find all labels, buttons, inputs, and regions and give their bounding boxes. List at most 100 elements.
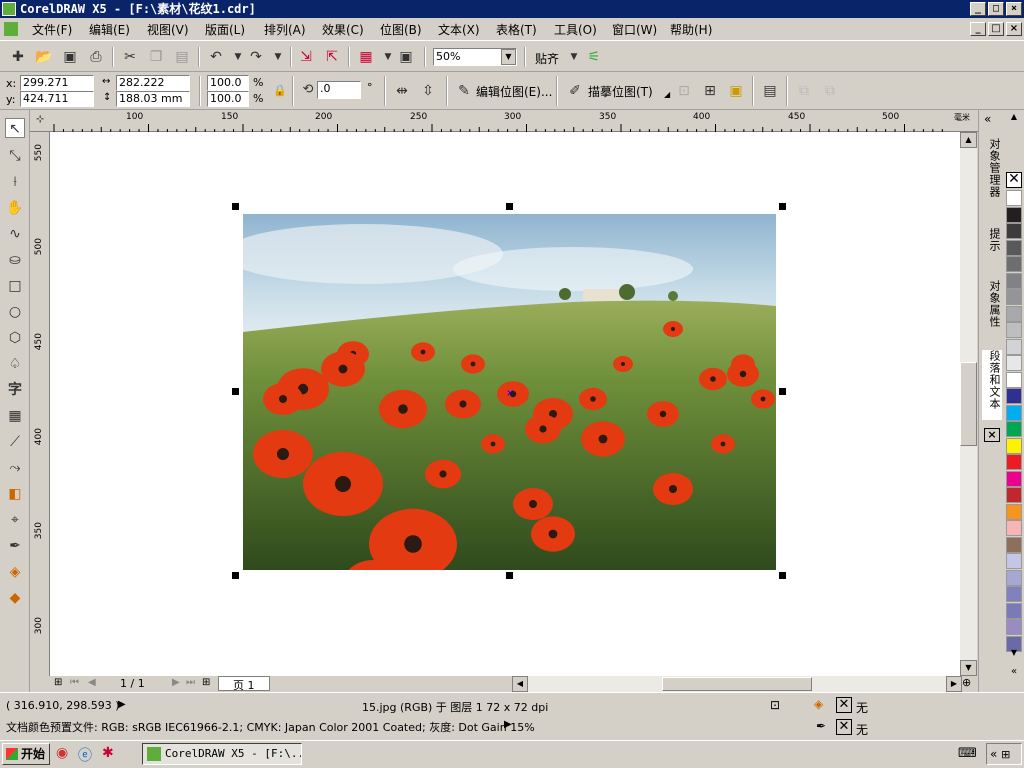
first-page-icon[interactable]: ⏮ xyxy=(70,677,79,688)
palette-scroll-down-icon[interactable]: ▼ xyxy=(1006,648,1022,662)
docker-tab-object-manager[interactable]: 对象管理器 xyxy=(982,138,1002,218)
rotation-angle-field[interactable]: .0 xyxy=(317,81,361,99)
zoom-navigator-icon[interactable]: ⊕ xyxy=(962,676,971,689)
ellipse-tool-icon[interactable]: ○ xyxy=(5,302,25,322)
horizontal-scroll-thumb[interactable] xyxy=(662,677,812,691)
color-swatch[interactable] xyxy=(1006,388,1022,404)
blend-tool-icon[interactable]: ◧ xyxy=(5,484,25,504)
ie-quicklaunch-icon[interactable]: ⓔ xyxy=(78,745,92,765)
chrome-quicklaunch-icon[interactable]: ◉ xyxy=(56,745,68,761)
print-icon[interactable]: ⎙ xyxy=(86,47,106,67)
minimize-button[interactable]: _ xyxy=(970,2,986,16)
eyedropper-tool-icon[interactable]: ⌖ xyxy=(5,510,25,530)
color-swatch[interactable] xyxy=(1006,619,1022,635)
color-swatch[interactable] xyxy=(1006,404,1022,421)
menu-file[interactable]: 文件(F) xyxy=(32,21,72,38)
color-swatch[interactable] xyxy=(1006,520,1022,536)
to-back-icon[interactable]: ⧉ xyxy=(820,81,840,101)
scale-height-field[interactable]: 100.0 xyxy=(207,91,249,107)
lock-ratio-icon[interactable]: 🔒 xyxy=(270,81,290,101)
import-icon[interactable]: ⇲ xyxy=(296,47,316,67)
mirror-vertical-icon[interactable]: ⇳ xyxy=(418,81,438,101)
undo-dropdown-icon[interactable]: ▼ xyxy=(228,47,248,67)
connector-tool-icon[interactable]: ⤳ xyxy=(5,458,25,478)
pick-tool-icon[interactable]: ↖ xyxy=(5,118,25,138)
to-front-icon[interactable]: ⧉ xyxy=(794,81,814,101)
menu-edit[interactable]: 编辑(E) xyxy=(89,21,130,38)
color-swatch[interactable] xyxy=(1006,421,1022,437)
trace-dropdown-icon[interactable]: ◢ xyxy=(664,90,670,99)
resample-icon[interactable]: ⊞ xyxy=(700,81,720,101)
color-swatch[interactable] xyxy=(1006,602,1022,619)
crop-bitmap-icon[interactable]: ⊡ xyxy=(674,81,694,101)
launcher-dropdown-icon[interactable]: ▼ xyxy=(378,47,398,67)
undo-icon[interactable]: ↶ xyxy=(206,47,226,67)
color-swatch[interactable] xyxy=(1006,503,1022,520)
smart-fill-tool-icon[interactable]: ⛀ xyxy=(5,250,25,270)
mirror-horizontal-icon[interactable]: ⇹ xyxy=(392,81,412,101)
menu-text[interactable]: 文本(X) xyxy=(438,21,480,38)
x-position-field[interactable]: 299.271 mm xyxy=(20,75,94,103)
wrap-text-icon[interactable]: ▤ xyxy=(760,81,780,101)
color-swatch[interactable] xyxy=(1006,190,1022,206)
menu-table[interactable]: 表格(T) xyxy=(496,21,537,38)
rectangle-tool-icon[interactable]: □ xyxy=(5,276,25,296)
edit-bitmap-icon[interactable]: ✎ xyxy=(454,81,474,101)
pan-tool-icon[interactable]: ✋ xyxy=(5,198,25,218)
scroll-right-button[interactable]: ▶ xyxy=(946,676,962,692)
redo-dropdown-icon[interactable]: ▼ xyxy=(268,47,288,67)
ruler-origin-icon[interactable]: ⊹ xyxy=(36,114,44,125)
redo-icon[interactable]: ↷ xyxy=(246,47,266,67)
height-field[interactable]: 188.03 mm xyxy=(116,91,190,107)
scroll-left-button[interactable]: ◀ xyxy=(512,676,528,692)
menu-effects[interactable]: 效果(C) xyxy=(322,21,364,38)
color-profile-info[interactable]: 文档颜色预置文件: RGB: sRGB IEC61966-2.1; CMYK: … xyxy=(6,719,535,735)
fill-none-swatch[interactable]: ✕ xyxy=(836,697,852,713)
doc-minimize-button[interactable]: _ xyxy=(970,22,986,36)
app-quicklaunch-icon[interactable]: ✱ xyxy=(102,745,114,761)
cut-icon[interactable]: ✂ xyxy=(120,47,140,67)
basic-shapes-tool-icon[interactable]: ♤ xyxy=(5,354,25,374)
options-icon[interactable]: ⚟ xyxy=(584,47,604,67)
docker-tab-paragraph-text[interactable]: 段落和文本 xyxy=(982,350,1002,420)
maximize-button[interactable]: □ xyxy=(988,2,1004,16)
selection-handle-ne[interactable] xyxy=(779,203,786,210)
edit-bitmap-button[interactable]: 编辑位图(E)... xyxy=(476,83,552,100)
dimension-tool-icon[interactable]: ⟋ xyxy=(5,432,25,452)
expand-dockers-icon[interactable]: « xyxy=(984,112,991,126)
color-swatch[interactable] xyxy=(1006,536,1022,553)
start-button[interactable]: 开始 xyxy=(2,743,50,765)
color-swatch[interactable] xyxy=(1006,338,1022,355)
vertical-scrollbar[interactable]: ▲ ▼ xyxy=(960,132,977,676)
color-proof-icon[interactable]: ⊡ xyxy=(770,698,780,712)
docker-tab-hints[interactable]: 提示 xyxy=(982,228,1002,268)
previous-page-icon[interactable]: ◀ xyxy=(88,677,96,688)
status-expand-icon[interactable]: ▶ xyxy=(118,699,126,710)
menu-window[interactable]: 窗口(W) xyxy=(612,21,657,38)
doc-close-button[interactable]: × xyxy=(1006,22,1022,36)
profile-expand-icon[interactable]: ▶ xyxy=(504,719,512,730)
outline-pen-tool-icon[interactable]: ✒ xyxy=(5,536,25,556)
color-swatch[interactable] xyxy=(1006,553,1022,569)
color-swatch[interactable] xyxy=(1006,322,1022,338)
menu-bitmaps[interactable]: 位图(B) xyxy=(380,21,422,38)
paste-icon[interactable]: ▤ xyxy=(172,47,192,67)
trace-bitmap-button[interactable]: 描摹位图(T) xyxy=(588,83,653,100)
color-swatch[interactable] xyxy=(1006,437,1022,454)
snap-dropdown-icon[interactable]: ▼ xyxy=(564,47,584,67)
selection-handle-e[interactable] xyxy=(779,388,786,395)
selection-handle-nw[interactable] xyxy=(232,203,239,210)
color-swatch[interactable] xyxy=(1006,272,1022,289)
save-icon[interactable]: ▣ xyxy=(60,47,80,67)
tray-area[interactable]: « ⊞ xyxy=(986,743,1022,765)
color-swatch[interactable] xyxy=(1006,371,1022,388)
color-swatch[interactable] xyxy=(1006,206,1022,223)
copy-icon[interactable]: ❐ xyxy=(146,47,166,67)
welcome-screen-icon[interactable]: ▣ xyxy=(396,47,416,67)
fill-tool-icon[interactable]: ◈ xyxy=(5,562,25,582)
next-page-icon[interactable]: ▶ xyxy=(172,677,180,688)
color-swatch[interactable] xyxy=(1006,569,1022,586)
table-tool-icon[interactable]: ▦ xyxy=(5,406,25,426)
docker-tab-object-properties[interactable]: 对象属性 xyxy=(982,280,1002,340)
y-position-field[interactable]: 424.711 mm xyxy=(20,91,94,119)
